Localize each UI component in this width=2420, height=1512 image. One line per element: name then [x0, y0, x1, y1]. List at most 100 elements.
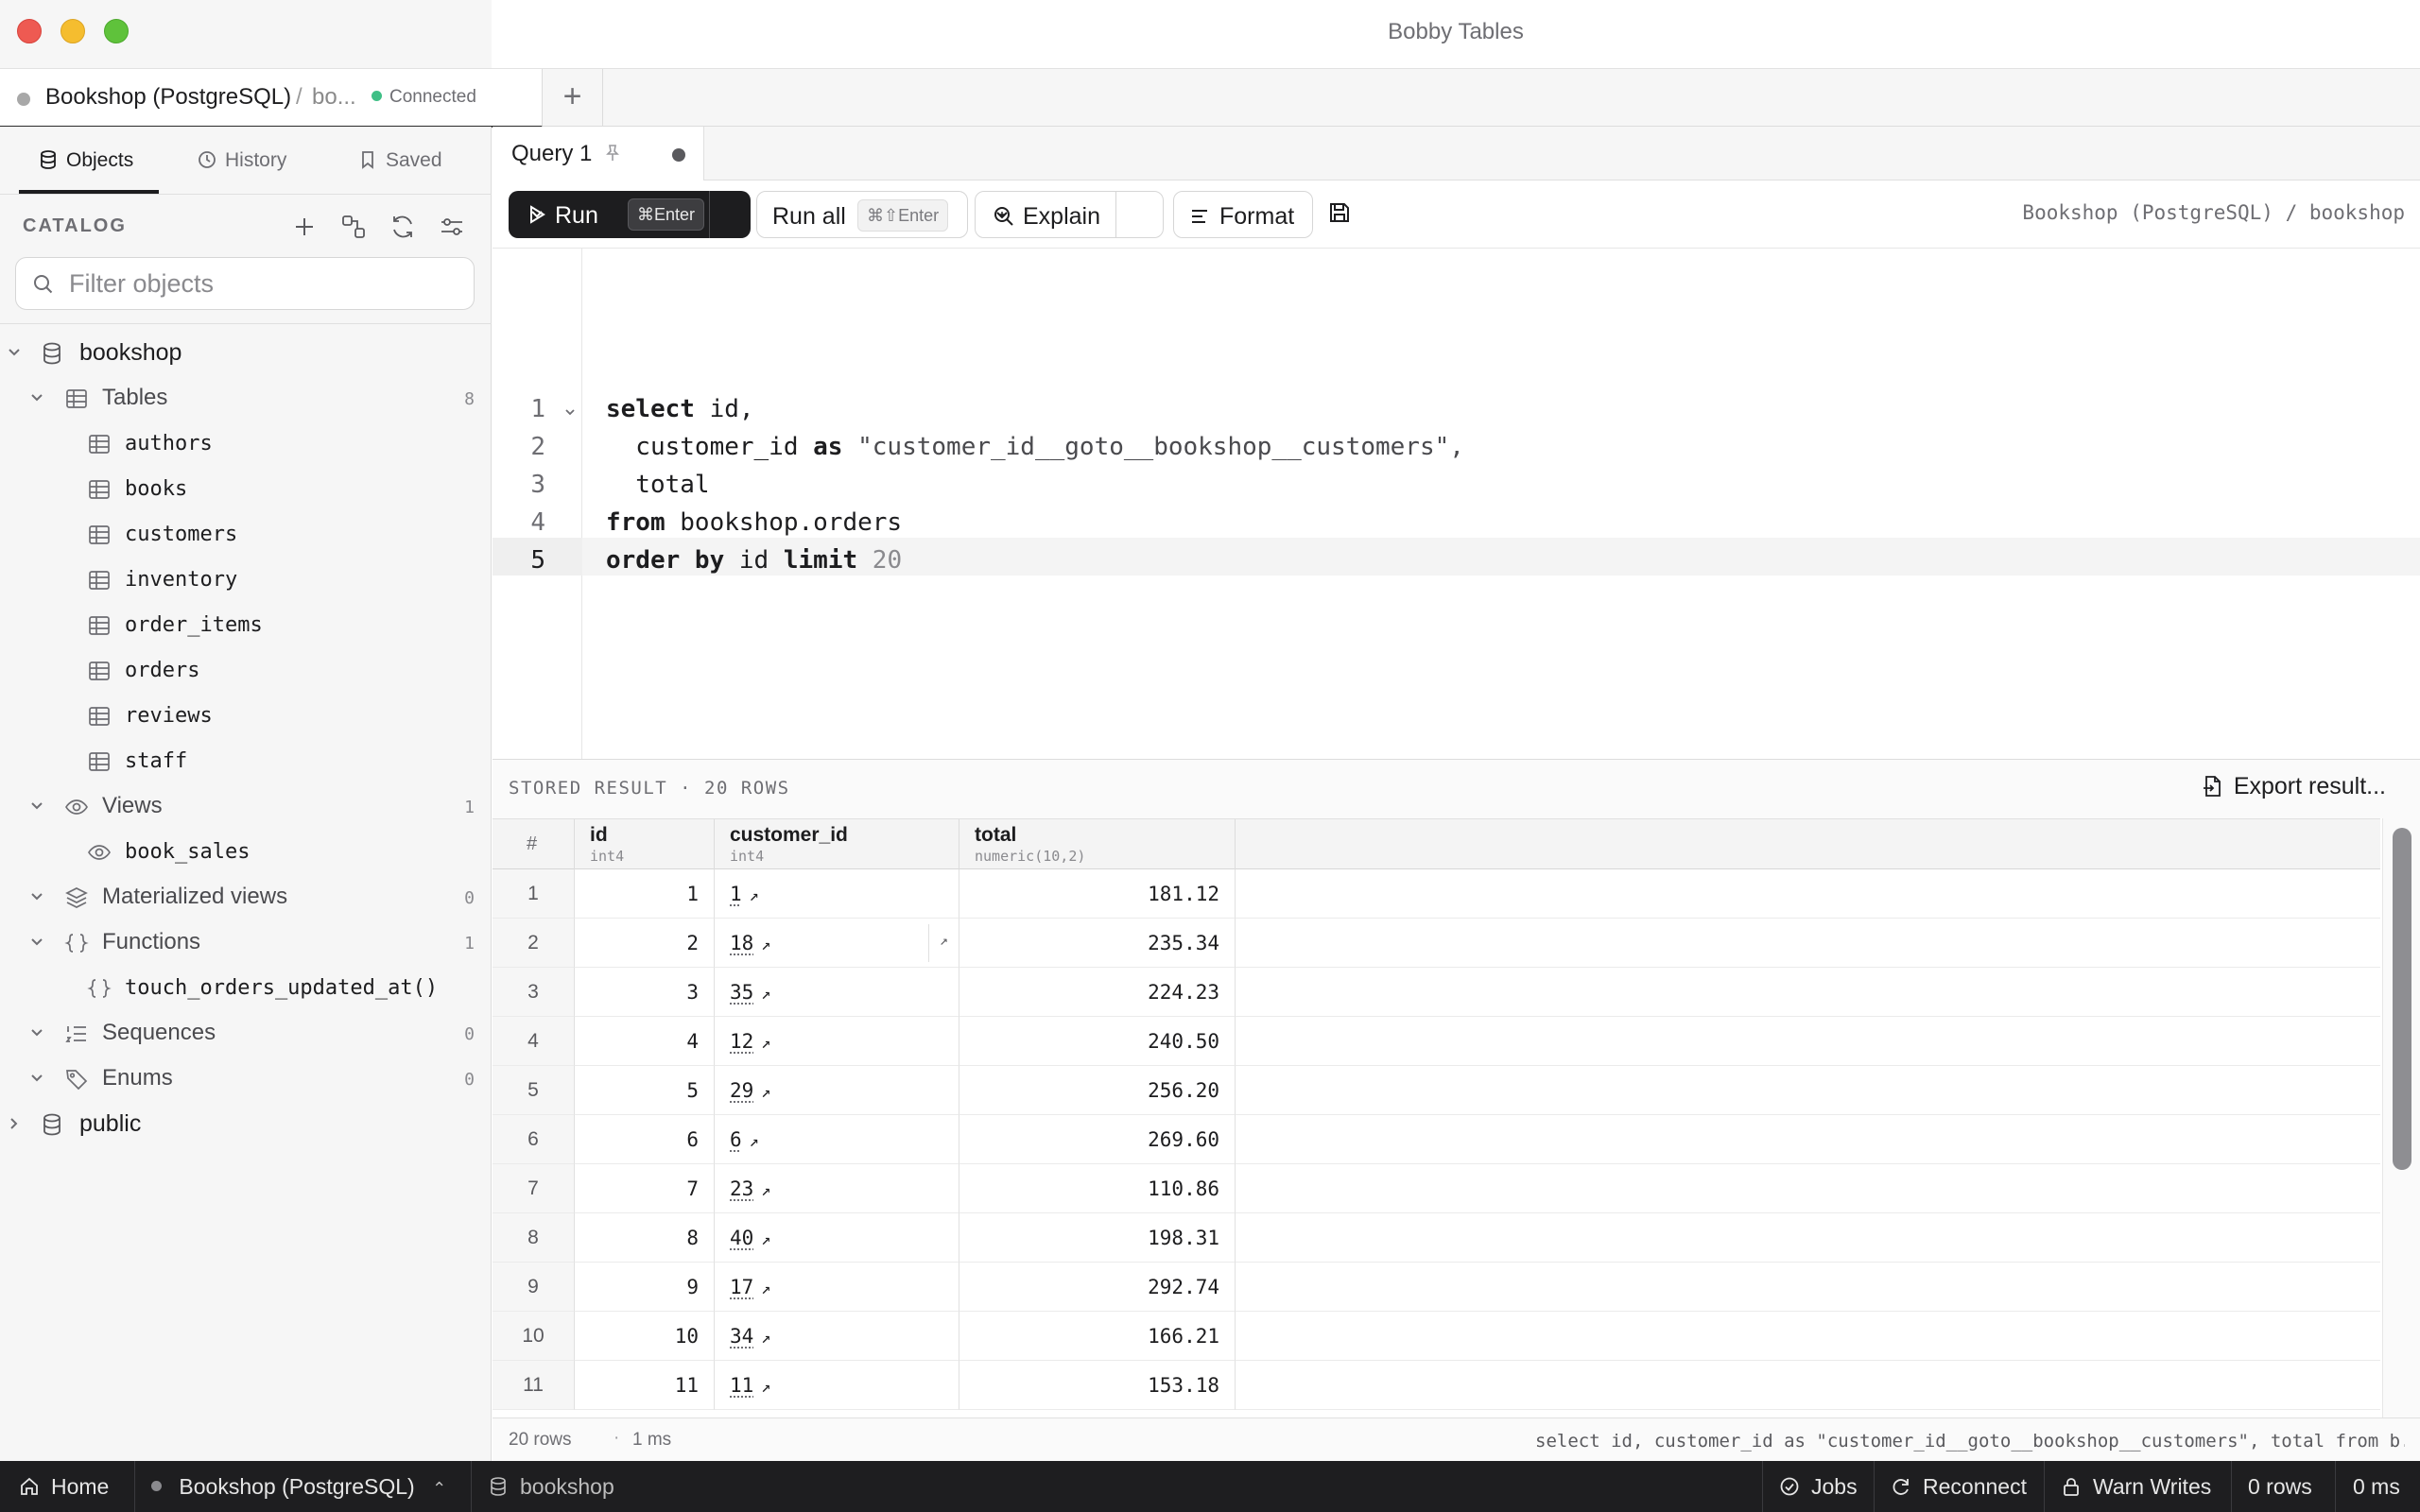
tree-schema-public[interactable]: public [0, 1102, 492, 1147]
results-scrollbar[interactable] [2382, 818, 2420, 1418]
goto-arrow-icon[interactable]: ↗ [761, 1378, 770, 1397]
tree-group-views[interactable]: Views 1 [0, 784, 492, 830]
cell-id[interactable]: 8 [575, 1213, 715, 1263]
cell-total[interactable]: 269.60 [959, 1115, 1236, 1164]
goto-arrow-icon[interactable]: ↗ [761, 1034, 770, 1053]
foreign-key-link[interactable]: 35 [730, 981, 753, 1004]
tree-group-sequences[interactable]: Sequences 0 [0, 1011, 492, 1057]
cell-id[interactable]: 10 [575, 1312, 715, 1361]
cell-total[interactable]: 240.50 [959, 1017, 1236, 1066]
tree-group-tables[interactable]: Tables 8 [0, 376, 492, 421]
filter-objects-input[interactable] [69, 266, 457, 301]
chevron-down-icon[interactable] [527, 204, 546, 223]
cell-id[interactable]: 9 [575, 1263, 715, 1312]
tree-item-table[interactable]: orders [0, 648, 492, 694]
tab-objects[interactable]: Objects [38, 127, 133, 195]
table-row[interactable]: 5 5 29 ↗ 256.20 [493, 1066, 2380, 1115]
chevron-down-icon[interactable] [28, 389, 45, 406]
goto-arrow-icon[interactable]: ↗ [761, 1230, 770, 1249]
goto-arrow-icon[interactable]: ↗ [761, 1083, 770, 1102]
cell-customer-id[interactable]: 1 ↗ [715, 869, 959, 919]
cell-customer-id[interactable]: 34 ↗ [715, 1312, 959, 1361]
tree-item-table[interactable]: customers [0, 512, 492, 558]
cell-total[interactable]: 292.74 [959, 1263, 1236, 1312]
tree-item-function[interactable]: touch_orders_updated_at() [0, 966, 492, 1011]
run-button[interactable]: Run ⌘Enter [509, 191, 751, 238]
window-close-button[interactable] [17, 19, 42, 43]
tree-item-table[interactable]: inventory [0, 558, 492, 603]
open-cell-icon[interactable]: ↗ [928, 924, 959, 962]
cell-id[interactable]: 7 [575, 1164, 715, 1213]
filter-objects-field[interactable] [15, 257, 475, 310]
cell-customer-id[interactable]: 11 ↗ [715, 1361, 959, 1410]
cell-total[interactable]: 198.31 [959, 1213, 1236, 1263]
goto-arrow-icon[interactable]: ↗ [761, 985, 770, 1004]
foreign-key-link[interactable]: 17 [730, 1276, 753, 1298]
tree-item-table[interactable]: authors [0, 421, 492, 467]
settings-sliders-icon[interactable] [437, 212, 467, 242]
foreign-key-link[interactable]: 23 [730, 1177, 753, 1200]
add-icon[interactable] [289, 212, 320, 242]
tree-item-table[interactable]: reviews [0, 694, 492, 739]
export-result-button[interactable]: Export result... [2203, 773, 2386, 800]
fold-chevron-icon[interactable] [563, 405, 577, 419]
cell-customer-id[interactable]: 12 ↗ [715, 1017, 959, 1066]
sql-editor[interactable]: 1 2 3 4 5 select id, customer_id as "cus… [493, 249, 2420, 759]
cell-customer-id[interactable]: 18 ↗ ↗ [715, 919, 959, 968]
chevron-down-icon[interactable] [28, 798, 45, 815]
run-all-button[interactable]: Run all ⌘⇧Enter [756, 191, 968, 238]
connection-tab[interactable]: Bookshop (PostgreSQL) / bo... Connected [0, 69, 543, 128]
reconnect-button[interactable]: Reconnect [1891, 1461, 2027, 1512]
cell-total[interactable]: 153.18 [959, 1361, 1236, 1410]
chevron-down-icon[interactable] [28, 1024, 45, 1041]
pin-icon[interactable] [604, 144, 621, 163]
cell-id[interactable]: 11 [575, 1361, 715, 1410]
cell-customer-id[interactable]: 17 ↗ [715, 1263, 959, 1312]
cell-id[interactable]: 3 [575, 968, 715, 1017]
foreign-key-link[interactable]: 40 [730, 1227, 753, 1249]
new-connection-tab-button[interactable]: + [543, 69, 603, 128]
explain-button[interactable]: Explain [975, 191, 1164, 238]
table-row[interactable]: 2 2 18 ↗ ↗ 235.34 [493, 919, 2380, 968]
tree-group-materialized-views[interactable]: Materialized views 0 [0, 875, 492, 920]
cell-total[interactable]: 110.86 [959, 1164, 1236, 1213]
table-row[interactable]: 6 6 6 ↗ 269.60 [493, 1115, 2380, 1164]
chevron-down-icon[interactable] [28, 888, 45, 905]
cell-id[interactable]: 2 [575, 919, 715, 968]
table-row[interactable]: 4 4 12 ↗ 240.50 [493, 1017, 2380, 1066]
table-row[interactable]: 7 7 23 ↗ 110.86 [493, 1164, 2380, 1213]
foreign-key-link[interactable]: 29 [730, 1079, 753, 1102]
cell-customer-id[interactable]: 40 ↗ [715, 1213, 959, 1263]
tab-query-1[interactable]: Query 1 [493, 127, 704, 180]
tree-schema-bookshop[interactable]: bookshop [0, 331, 492, 376]
tree-item-table[interactable]: books [0, 467, 492, 512]
window-zoom-button[interactable] [104, 19, 129, 43]
column-header-id[interactable]: id int4 [575, 819, 715, 870]
foreign-key-link[interactable]: 11 [730, 1374, 753, 1397]
refresh-icon[interactable] [388, 212, 418, 242]
cell-customer-id[interactable]: 6 ↗ [715, 1115, 959, 1164]
table-row[interactable]: 8 8 40 ↗ 198.31 [493, 1213, 2380, 1263]
cell-id[interactable]: 4 [575, 1017, 715, 1066]
cell-total[interactable]: 235.34 [959, 919, 1236, 968]
goto-arrow-icon[interactable]: ↗ [761, 1181, 770, 1200]
tree-item-table[interactable]: order_items [0, 603, 492, 648]
chevron-down-icon[interactable] [6, 344, 23, 361]
cell-total[interactable]: 224.23 [959, 968, 1236, 1017]
goto-arrow-icon[interactable]: ↗ [750, 886, 759, 905]
tab-saved[interactable]: Saved [357, 127, 442, 195]
format-button[interactable]: Format [1173, 191, 1313, 238]
connection-switcher[interactable]: Bookshop (PostgreSQL) ⌃ [151, 1461, 446, 1512]
table-row[interactable]: 9 9 17 ↗ 292.74 [493, 1263, 2380, 1312]
chevron-down-icon[interactable] [28, 934, 45, 951]
cell-total[interactable]: 181.12 [959, 869, 1236, 919]
foreign-key-link[interactable]: 12 [730, 1030, 753, 1053]
chevron-down-icon[interactable] [993, 205, 1011, 224]
cell-customer-id[interactable]: 35 ↗ [715, 968, 959, 1017]
column-header-total[interactable]: total numeric(10,2) [959, 819, 1236, 870]
cell-id[interactable]: 5 [575, 1066, 715, 1115]
goto-arrow-icon[interactable]: ↗ [761, 1329, 770, 1348]
column-header-customer-id[interactable]: customer_id int4 [715, 819, 959, 870]
scrollbar-thumb[interactable] [2393, 828, 2411, 1170]
cell-id[interactable]: 6 [575, 1115, 715, 1164]
